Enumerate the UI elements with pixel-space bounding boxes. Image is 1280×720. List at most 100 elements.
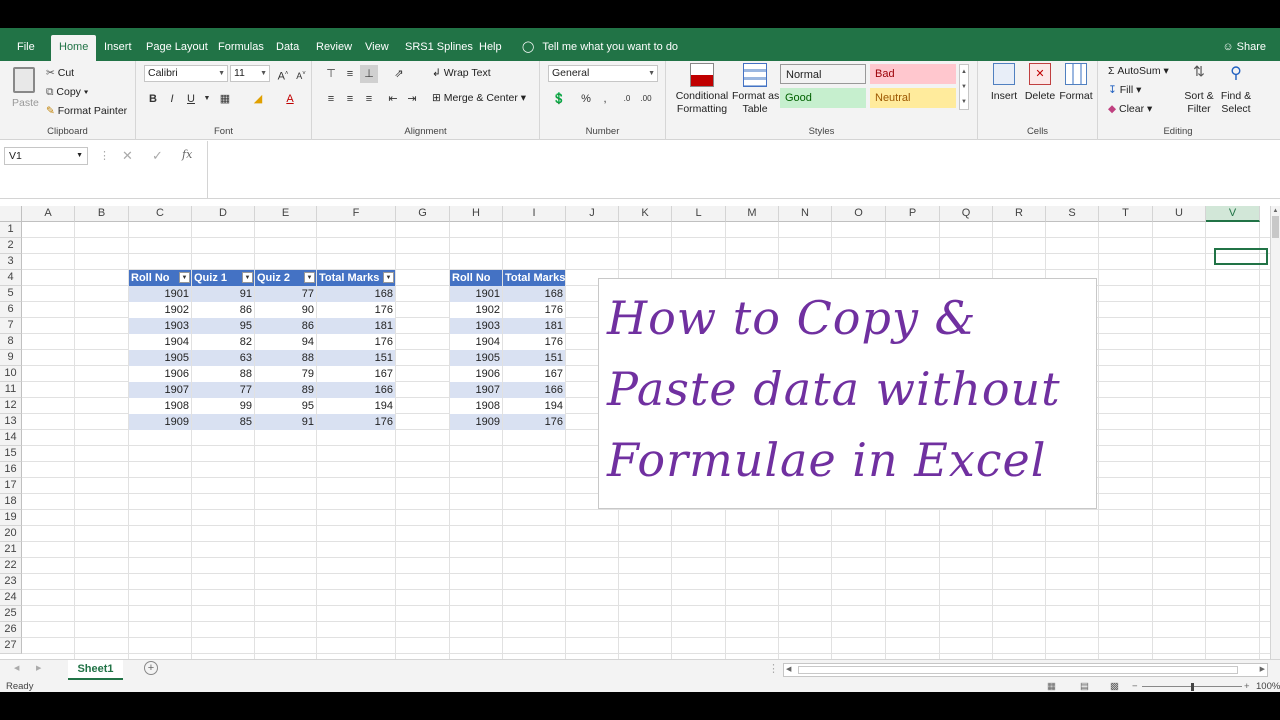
conditional-formatting-button[interactable]: Conditional Formatting <box>674 63 730 115</box>
row-header-22[interactable]: 22 <box>0 558 22 574</box>
table-cell[interactable]: 1902 <box>129 302 191 318</box>
table-cell[interactable]: 176 <box>317 302 395 318</box>
column-header-h[interactable]: H <box>450 206 503 222</box>
table-cell[interactable]: 1906 <box>450 366 502 382</box>
clear-button[interactable]: ◆ Clear ▾ <box>1108 103 1152 115</box>
column-header-b[interactable]: B <box>75 206 129 222</box>
table-cell[interactable]: 82 <box>192 334 254 350</box>
table-cell[interactable]: 1902 <box>450 302 502 318</box>
page-break-view-icon[interactable]: ▩ <box>1110 681 1119 692</box>
table-cell[interactable]: 1901 <box>450 286 502 302</box>
row-header-4[interactable]: 4 <box>0 270 22 286</box>
tab-file[interactable]: File <box>17 36 35 61</box>
style-bad[interactable]: Bad <box>870 64 956 84</box>
table-cell[interactable]: 1907 <box>129 382 191 398</box>
column-header-o[interactable]: O <box>832 206 886 222</box>
select-all-corner[interactable] <box>0 206 22 222</box>
page-layout-view-icon[interactable]: ▤ <box>1080 681 1089 692</box>
font-size-dropdown[interactable]: 11 ▼ <box>230 65 270 82</box>
table-header-cell[interactable]: Roll No <box>450 270 502 286</box>
table-cell[interactable]: 1909 <box>450 414 502 430</box>
autosum-button[interactable]: Σ AutoSum ▾ <box>1108 65 1169 77</box>
number-format-dropdown[interactable]: General ▼ <box>548 65 658 82</box>
wrap-text-button[interactable]: ↲ Wrap Text <box>432 67 491 79</box>
table-cell[interactable]: 99 <box>192 398 254 414</box>
row-header-3[interactable]: 3 <box>0 254 22 270</box>
scroll-up-icon[interactable]: ▲ <box>1271 208 1280 214</box>
column-header-u[interactable]: U <box>1153 206 1206 222</box>
row-header-5[interactable]: 5 <box>0 286 22 302</box>
row-header-13[interactable]: 13 <box>0 414 22 430</box>
table-cell[interactable]: 91 <box>192 286 254 302</box>
align-bottom-icon[interactable]: ⊥ <box>360 65 378 83</box>
table-cell[interactable]: 166 <box>317 382 395 398</box>
table-cell[interactable]: 166 <box>503 382 565 398</box>
merge-center-button[interactable]: ⊞ Merge & Center ▾ <box>432 92 526 104</box>
column-header-c[interactable]: C <box>129 206 192 222</box>
row-header-20[interactable]: 20 <box>0 526 22 542</box>
fill-color-icon[interactable]: ◢ <box>249 90 267 108</box>
table-cell[interactable]: 89 <box>255 382 316 398</box>
filter-dropdown-icon[interactable]: ▼ <box>242 272 253 283</box>
styles-gallery-scroll[interactable]: ▲ ▼ ▼ <box>959 64 969 110</box>
table-cell[interactable]: 85 <box>192 414 254 430</box>
column-header-e[interactable]: E <box>255 206 317 222</box>
fill-button[interactable]: ↧ Fill ▾ <box>1108 84 1141 96</box>
table-cell[interactable]: 88 <box>255 350 316 366</box>
column-header-i[interactable]: I <box>503 206 566 222</box>
column-header-a[interactable]: A <box>22 206 75 222</box>
table-cell[interactable]: 86 <box>255 318 316 334</box>
table-header-cell[interactable]: Quiz 1 ▼ <box>192 270 254 286</box>
table-header-cell[interactable]: Total Marks <box>503 270 565 286</box>
table-cell[interactable]: 90 <box>255 302 316 318</box>
share-button[interactable]: ☺ Share <box>1222 36 1266 58</box>
zoom-out-icon[interactable]: − <box>1132 681 1138 692</box>
tab-help[interactable]: Help <box>479 36 502 61</box>
table-cell[interactable]: 1905 <box>129 350 191 366</box>
row-header-26[interactable]: 26 <box>0 622 22 638</box>
orientation-icon[interactable]: ⇗ <box>390 65 408 83</box>
find-select-button[interactable]: ⚲ Find & Select <box>1218 63 1254 115</box>
table-cell[interactable]: 1904 <box>129 334 191 350</box>
column-header-d[interactable]: D <box>192 206 255 222</box>
table-cell[interactable]: 88 <box>192 366 254 382</box>
name-box[interactable]: V1 ▼ <box>4 147 88 165</box>
align-center-icon[interactable]: ≡ <box>341 90 359 108</box>
tell-me-search[interactable]: ◯ Tell me what you want to do <box>522 36 678 58</box>
worksheet-grid[interactable]: ABCDEFGHIJKLMNOPQRSTUV 1 2 3 4 5 6 7 8 9 10 11 12 13… <box>0 206 1270 659</box>
table-cell[interactable]: 168 <box>317 286 395 302</box>
tab-data[interactable]: Data <box>276 36 299 61</box>
scroll-thumb[interactable] <box>1272 216 1279 238</box>
row-header-10[interactable]: 10 <box>0 366 22 382</box>
italic-button[interactable]: I <box>163 90 181 108</box>
zoom-in-icon[interactable]: + <box>1244 681 1250 692</box>
row-header-23[interactable]: 23 <box>0 574 22 590</box>
align-top-icon[interactable]: ⊤ <box>322 65 340 83</box>
table-cell[interactable]: 63 <box>192 350 254 366</box>
format-painter-button[interactable]: ✎ Format Painter <box>46 105 127 117</box>
table-cell[interactable]: 176 <box>503 414 565 430</box>
table-cell[interactable]: 79 <box>255 366 316 382</box>
enter-icon[interactable]: ✓ <box>152 148 163 164</box>
column-header-r[interactable]: R <box>993 206 1046 222</box>
style-normal[interactable]: Normal <box>780 64 866 84</box>
normal-view-icon[interactable]: ▦ <box>1047 681 1056 692</box>
tab-formulas[interactable]: Formulas <box>218 36 264 61</box>
table-cell[interactable]: 1908 <box>129 398 191 414</box>
shrink-font-icon[interactable]: A˅ <box>292 65 310 83</box>
row-header-7[interactable]: 7 <box>0 318 22 334</box>
tab-view[interactable]: View <box>365 36 389 61</box>
table-cell[interactable]: 95 <box>192 318 254 334</box>
copy-button[interactable]: ⧉ Copy ▾ <box>46 86 88 99</box>
table-cell[interactable]: 151 <box>503 350 565 366</box>
table-header-cell[interactable]: Quiz 2 ▼ <box>255 270 316 286</box>
next-sheet-icon[interactable]: ▶ <box>36 664 41 672</box>
row-header-11[interactable]: 11 <box>0 382 22 398</box>
tab-insert[interactable]: Insert <box>104 36 132 61</box>
tab-home[interactable]: Home <box>51 35 97 62</box>
style-good[interactable]: Good <box>780 88 866 108</box>
table-cell[interactable]: 167 <box>317 366 395 382</box>
scroll-right-icon[interactable]: ▶ <box>1260 665 1265 673</box>
row-header-2[interactable]: 2 <box>0 238 22 254</box>
style-neutral[interactable]: Neutral <box>870 88 956 108</box>
